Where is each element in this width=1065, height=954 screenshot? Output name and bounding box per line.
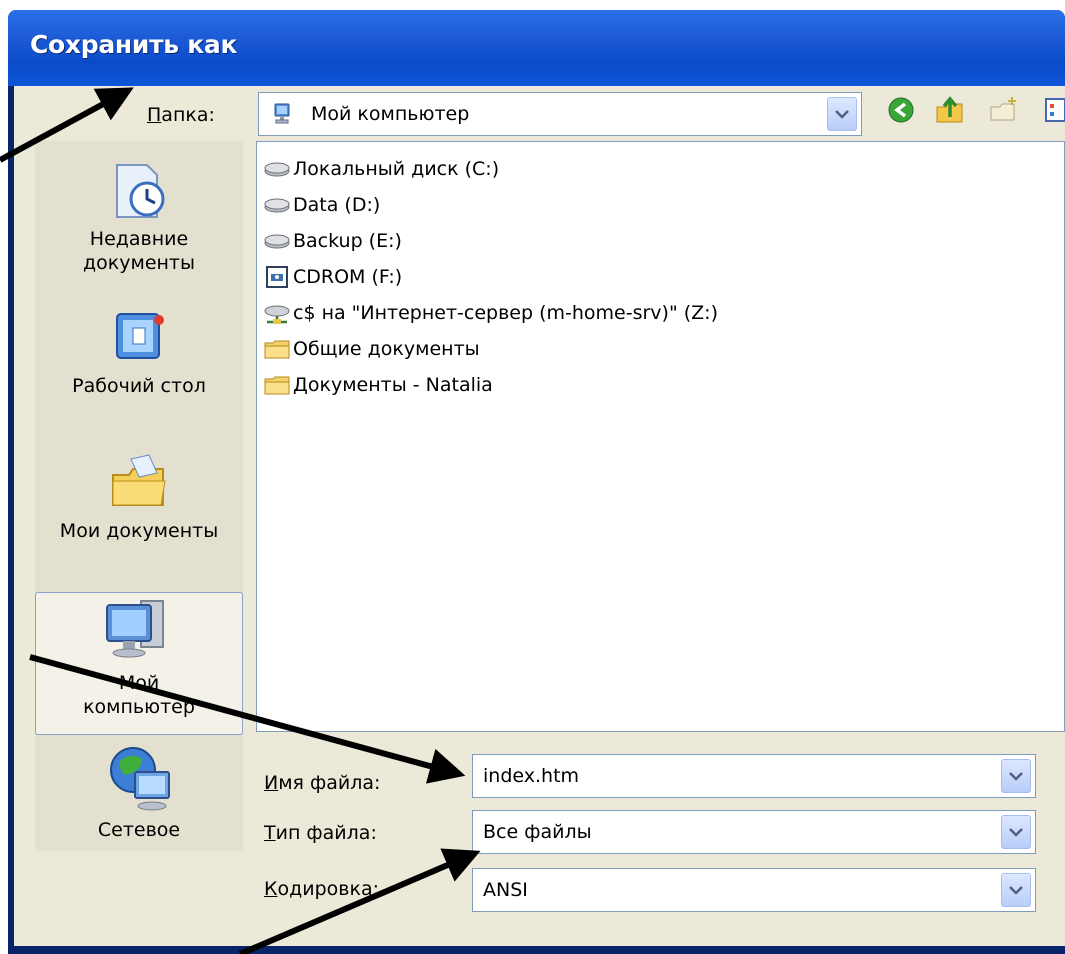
arrow-to-filetype [238,848,481,954]
arrow-to-filename [29,654,466,784]
annotation-arrows [0,87,481,954]
arrow-to-folder [0,87,134,163]
